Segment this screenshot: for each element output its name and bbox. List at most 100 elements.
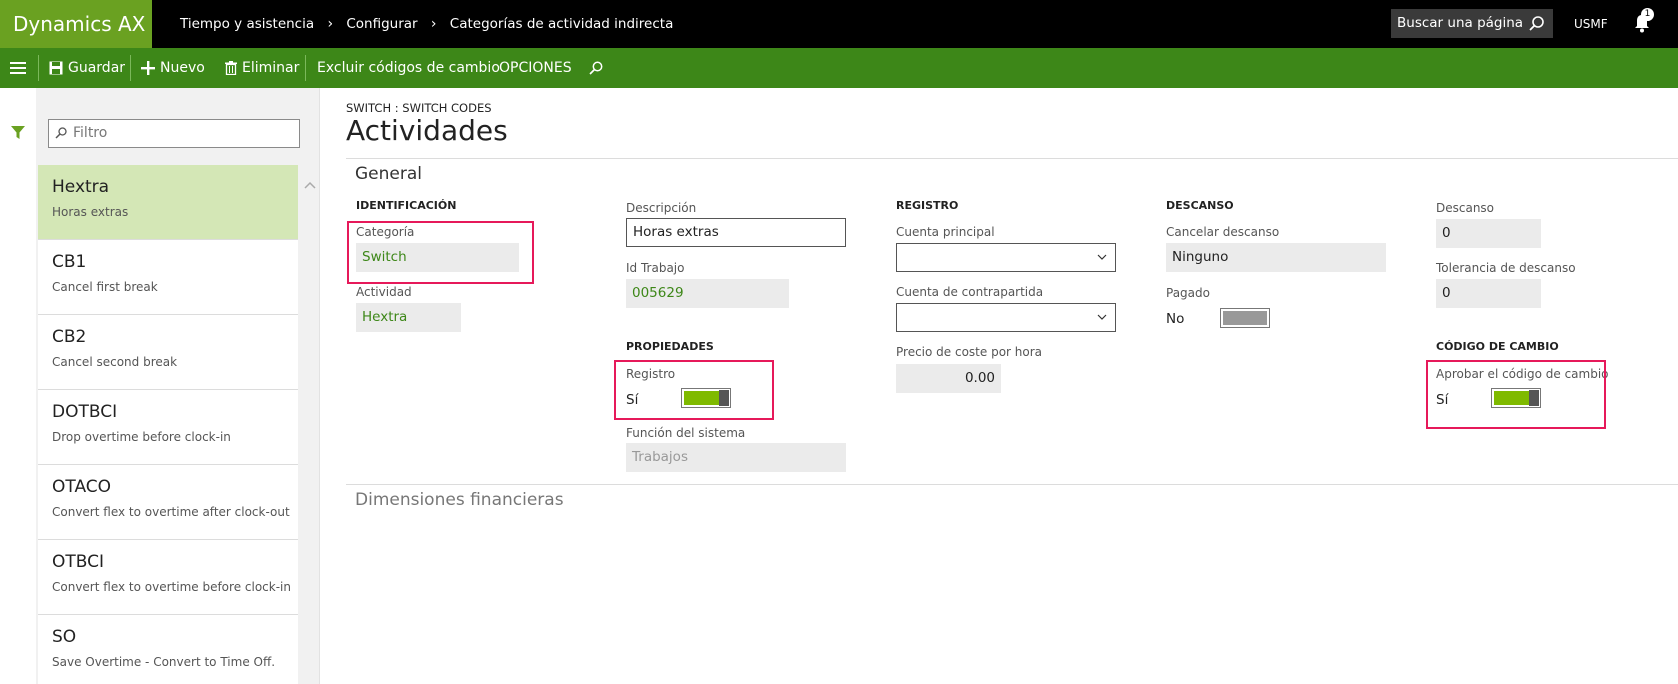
properties-heading: PROPIEDADES xyxy=(626,340,714,353)
break-value-label: Descanso xyxy=(1436,201,1495,215)
filter-input[interactable]: Filtro xyxy=(48,119,300,148)
save-icon xyxy=(49,61,63,75)
page-search-input[interactable]: Buscar una página xyxy=(1391,9,1553,38)
section-financial-dimensions-header[interactable]: Dimensiones financieras xyxy=(355,490,564,510)
chevron-right-icon: › xyxy=(327,16,334,32)
activity-field[interactable]: Hextra xyxy=(356,303,461,332)
cancel-break-label: Cancelar descanso xyxy=(1166,225,1280,239)
list-item[interactable]: SO Save Overtime - Convert to Time Off. xyxy=(38,615,298,684)
search-icon[interactable] xyxy=(1528,15,1545,32)
list-item-subtitle: Save Overtime - Convert to Time Off. xyxy=(52,655,276,669)
options-tab[interactable]: OPCIONES xyxy=(499,48,572,88)
hourly-cost-field[interactable]: 0.00 xyxy=(896,364,1001,393)
chevron-down-icon[interactable] xyxy=(1097,314,1107,321)
list-item[interactable]: CB2 Cancel second break xyxy=(38,315,298,390)
list-pane: Filtro Hextra Horas extras CB1 Cancel fi… xyxy=(36,88,320,684)
list-item-subtitle: Convert flex to overtime before clock-in xyxy=(52,580,291,594)
list-item-title: SO xyxy=(52,627,77,647)
list-item-subtitle: Convert flex to overtime after clock-out xyxy=(52,505,290,519)
list-item-title: Hextra xyxy=(52,177,110,197)
activity-label: Actividad xyxy=(356,285,412,299)
chevron-right-icon: › xyxy=(430,16,437,32)
switch-code-heading: CÓDIGO DE CAMBIO xyxy=(1436,340,1559,353)
highlight-box xyxy=(1426,360,1606,429)
activity-list: Hextra Horas extras CB1 Cancel first bre… xyxy=(38,165,298,684)
breadcrumb-item-setup[interactable]: Configurar xyxy=(346,16,417,32)
chevron-up-icon[interactable] xyxy=(304,180,316,190)
page-title: Actividades xyxy=(346,114,508,147)
identification-heading: IDENTIFICACIÓN xyxy=(356,199,457,212)
hamburger-icon xyxy=(10,62,26,74)
notification-badge: 1 xyxy=(1641,8,1654,21)
list-item[interactable]: Hextra Horas extras xyxy=(38,165,298,240)
hourly-cost-label: Precio de coste por hora xyxy=(896,345,1043,359)
list-item-subtitle: Horas extras xyxy=(52,205,129,219)
delete-label: Eliminar xyxy=(242,60,300,76)
list-item-title: OTACO xyxy=(52,477,112,497)
list-item-title: CB1 xyxy=(52,252,87,272)
system-function-label: Función del sistema xyxy=(626,426,746,440)
main-account-combo[interactable] xyxy=(896,243,1116,272)
job-id-field[interactable]: 005629 xyxy=(626,279,789,308)
top-navigation-bar: Dynamics AX Tiempo y asistencia › Config… xyxy=(0,0,1678,48)
section-general-header[interactable]: General xyxy=(355,164,422,184)
paid-value: No xyxy=(1166,311,1185,327)
list-item[interactable]: CB1 Cancel first break xyxy=(38,240,298,315)
trash-icon xyxy=(225,61,237,75)
cancel-break-field[interactable]: Ninguno xyxy=(1166,243,1386,272)
section-divider xyxy=(346,484,1678,485)
list-item-subtitle: Drop overtime before clock-in xyxy=(52,430,231,444)
list-item[interactable]: DOTBCI Drop overtime before clock-in xyxy=(38,390,298,465)
new-label: Nuevo xyxy=(160,60,205,76)
page-caption: SWITCH : SWITCH CODES xyxy=(346,101,492,115)
break-tolerance-label: Tolerancia de descanso xyxy=(1436,261,1576,275)
offset-account-label: Cuenta de contrapartida xyxy=(896,285,1044,299)
filter-icon[interactable] xyxy=(11,126,25,140)
paid-label: Pagado xyxy=(1166,286,1210,300)
exclude-switch-codes-button[interactable]: Excluir códigos de cambio xyxy=(317,48,500,88)
breadcrumb: Tiempo y asistencia › Configurar › Categ… xyxy=(180,0,673,48)
list-item[interactable]: OTACO Convert flex to overtime after clo… xyxy=(38,465,298,540)
list-item-title: OTBCI xyxy=(52,552,105,572)
new-button[interactable]: Nuevo xyxy=(141,48,205,88)
highlight-box xyxy=(614,360,774,420)
description-label: Descripción xyxy=(626,201,697,215)
list-item-subtitle: Cancel second break xyxy=(52,355,178,369)
main-account-label: Cuenta principal xyxy=(896,225,995,239)
registration-heading: REGISTRO xyxy=(896,199,959,212)
search-icon xyxy=(589,61,603,75)
description-field[interactable]: Horas extras xyxy=(626,218,846,247)
list-item-title: CB2 xyxy=(52,327,87,347)
toggle-fill xyxy=(1223,311,1267,325)
app-logo[interactable]: Dynamics AX xyxy=(0,0,152,48)
break-tolerance-field[interactable]: 0 xyxy=(1436,279,1541,308)
action-pane: Guardar Nuevo Eliminar Excluir códigos d… xyxy=(0,48,1678,88)
list-item[interactable]: OTBCI Convert flex to overtime before cl… xyxy=(38,540,298,615)
system-function-field[interactable]: Trabajos xyxy=(626,443,846,472)
job-id-label: Id Trabajo xyxy=(626,261,685,275)
company-selector[interactable]: USMF xyxy=(1574,0,1608,48)
breadcrumb-item-time-attendance[interactable]: Tiempo y asistencia xyxy=(180,16,314,32)
plus-icon xyxy=(141,61,155,75)
divider xyxy=(130,55,131,81)
list-item-subtitle: Cancel first break xyxy=(52,280,158,294)
highlight-box xyxy=(347,221,534,284)
chevron-down-icon[interactable] xyxy=(1097,254,1107,261)
breadcrumb-item-indirect-categories[interactable]: Categorías de actividad indirecta xyxy=(450,16,674,32)
paid-toggle[interactable] xyxy=(1220,308,1270,328)
divider xyxy=(38,55,39,81)
break-heading: DESCANSO xyxy=(1166,199,1234,212)
filter-placeholder: Filtro xyxy=(73,125,108,141)
list-item-title: DOTBCI xyxy=(52,402,118,422)
delete-button[interactable]: Eliminar xyxy=(225,48,299,88)
section-divider xyxy=(346,158,1678,159)
offset-account-combo[interactable] xyxy=(896,303,1116,332)
divider xyxy=(305,55,306,81)
filter-strip xyxy=(0,88,36,684)
break-value-field[interactable]: 0 xyxy=(1436,219,1541,248)
action-search-button[interactable] xyxy=(589,48,603,88)
save-button[interactable]: Guardar xyxy=(49,48,125,88)
menu-button[interactable] xyxy=(10,48,26,88)
save-label: Guardar xyxy=(68,60,126,76)
search-icon xyxy=(55,127,67,139)
